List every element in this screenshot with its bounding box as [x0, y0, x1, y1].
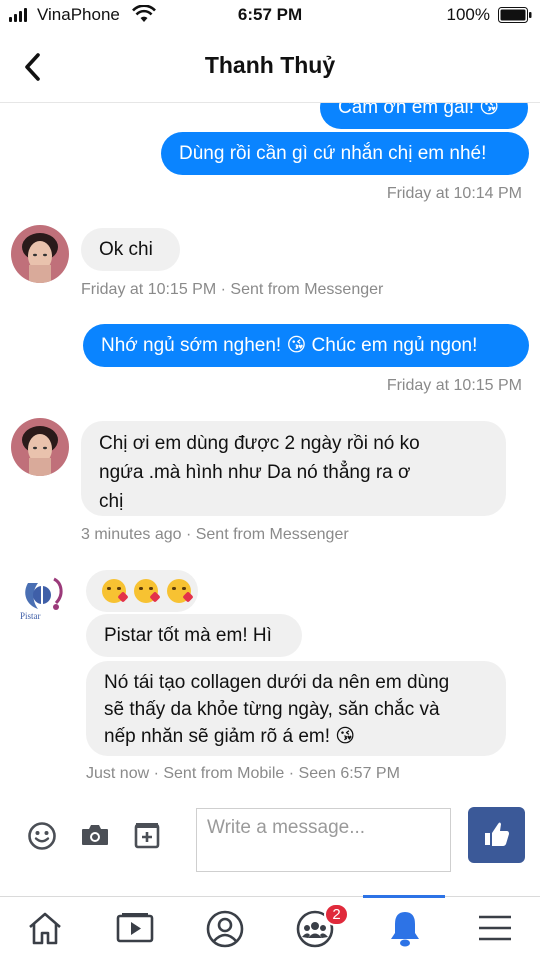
message-text: Dùng rồi cần gì cứ nhắn chị em nhé!	[179, 143, 487, 164]
message-bubble-incoming[interactable]: Ok chi	[81, 228, 180, 271]
message-text: Ok chi	[99, 239, 153, 260]
message-bubble-outgoing[interactable]: Nhớ ngủ sớm nghen! 😘 Chúc em ngủ ngon!	[83, 324, 529, 367]
message-bubble-outgoing[interactable]: Cảm ơn em gái! 😘	[320, 103, 528, 129]
conversation-title[interactable]: Thanh Thuỷ	[0, 52, 540, 79]
message-text-line: ngứa .mà hình như Da nó thẳng ra ơ	[99, 462, 411, 483]
message-timestamp: Friday at 10:15 PM	[386, 377, 522, 394]
groups-notification-badge: 2	[324, 903, 349, 926]
message-meta: 3 minutes ago · Sent from Messenger	[81, 526, 349, 543]
kiss-emoji-icon	[134, 579, 161, 603]
menu-icon	[479, 915, 511, 941]
conversation-header: Thanh Thuỷ	[0, 30, 540, 103]
message-meta: Just now · Sent from Mobile · Seen 6:57 …	[86, 765, 400, 782]
status-bar: VinaPhone 6:57 PM 100%	[0, 0, 540, 30]
emoji-picker-icon[interactable]	[27, 821, 57, 851]
message-text: Nhớ ngủ sớm nghen! 😘 Chúc em ngủ ngon!	[101, 335, 478, 356]
message-bubble-incoming[interactable]: Pistar tốt mà em! Hì	[86, 614, 302, 657]
battery-icon	[498, 7, 532, 23]
message-input-placeholder: Write a message...	[207, 817, 366, 838]
active-tab-indicator	[363, 895, 445, 898]
message-bubble-incoming[interactable]: Nó tái tạo collagen dưới da nên em dùng …	[86, 661, 506, 756]
video-icon	[116, 913, 154, 943]
pistar-logo[interactable]: Pistar	[18, 573, 68, 625]
message-text-line: sẽ thấy da khỏe từng ngày, săn chắc và	[104, 699, 440, 720]
kiss-emoji-icon	[166, 579, 194, 603]
kiss-emoji-icon	[102, 579, 129, 603]
pistar-logo-mark	[25, 577, 63, 610]
thumbs-up-icon	[485, 822, 509, 846]
message-text-line: Chị ơi em dùng được 2 ngày rồi nó ko	[99, 433, 420, 454]
message-bubble-incoming[interactable]: Chị ơi em dùng được 2 ngày rồi nó ko ngứ…	[81, 421, 506, 516]
tab-groups[interactable]: 2	[270, 897, 360, 962]
message-text-line: chị	[99, 491, 124, 512]
bottom-tab-bar: 2	[0, 895, 540, 962]
profile-icon	[206, 910, 244, 948]
message-bubble-emoji[interactable]	[86, 570, 198, 612]
message-composer: Write a message...	[0, 800, 540, 892]
message-text-line: Nó tái tạo collagen dưới da nên em dùng	[104, 672, 450, 693]
message-timestamp: Friday at 10:14 PM	[386, 185, 522, 202]
battery-percentage: 100%	[446, 5, 490, 24]
message-thread[interactable]: Cảm ơn em gái! 😘 Dùng rồi cần gì cứ nhắn…	[0, 103, 540, 793]
home-icon	[29, 912, 61, 945]
notifications-icon	[391, 912, 419, 947]
message-input[interactable]: Write a message...	[196, 808, 451, 872]
tab-notifications[interactable]	[360, 895, 450, 962]
contact-avatar[interactable]	[11, 418, 69, 476]
message-text: Cảm ơn em gái! 😘	[338, 103, 500, 118]
tab-profile[interactable]	[180, 897, 270, 962]
add-attachment-icon[interactable]	[134, 821, 160, 849]
message-bubble-outgoing[interactable]: Dùng rồi cần gì cứ nhắn chị em nhé!	[161, 132, 529, 175]
message-text-line: nếp nhăn sẽ giảm rõ á em! 😘	[104, 726, 356, 747]
message-text: Pistar tốt mà em! Hì	[104, 625, 272, 646]
tab-watch[interactable]	[90, 897, 180, 962]
camera-icon[interactable]	[80, 822, 110, 848]
pistar-logo-text: Pistar	[20, 611, 41, 621]
contact-avatar[interactable]	[11, 225, 69, 283]
tab-menu[interactable]	[450, 897, 540, 962]
tab-home[interactable]	[0, 897, 90, 962]
like-button[interactable]	[468, 807, 525, 863]
message-meta: Friday at 10:15 PM · Sent from Messenger	[81, 281, 384, 298]
